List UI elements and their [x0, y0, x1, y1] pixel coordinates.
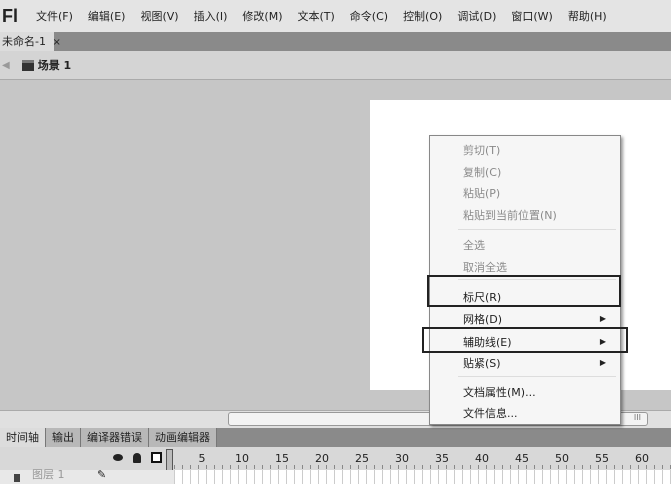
menu-item-copy[interactable]: 复制(C) — [463, 164, 501, 180]
scene-label[interactable]: 场景 1 — [38, 57, 71, 73]
menu-item-file-info[interactable]: 文件信息... — [463, 405, 518, 421]
menu-item-grid[interactable]: 网格(D) — [463, 311, 502, 327]
menu-modify[interactable]: 修改(M) — [242, 8, 282, 24]
frame-number: 40 — [475, 452, 489, 465]
frame-number: 10 — [235, 452, 249, 465]
timeline-header: 5 10 15 20 25 30 35 40 45 50 55 60 — [0, 447, 671, 484]
layer-icon — [14, 474, 20, 482]
tab-timeline[interactable]: 时间轴 — [0, 428, 46, 447]
frame-number: 20 — [315, 452, 329, 465]
eye-icon[interactable] — [113, 454, 123, 461]
frame-number: 5 — [198, 452, 206, 465]
highlight-box-rulers — [427, 275, 621, 307]
menu-item-select-all[interactable]: 全选 — [463, 237, 485, 253]
panel-tabs: 时间轴 输出 编译器错误 动画编辑器 — [0, 428, 671, 447]
tab-output[interactable]: 输出 — [46, 428, 81, 447]
document-tab[interactable]: 未命名-1 × — [0, 32, 61, 51]
menu-window[interactable]: 窗口(W) — [511, 8, 552, 24]
frame-number: 30 — [395, 452, 409, 465]
menu-text[interactable]: 文本(T) — [297, 8, 334, 24]
frame-number: 35 — [435, 452, 449, 465]
highlight-box-guides — [422, 327, 628, 353]
menu-edit[interactable]: 编辑(E) — [88, 8, 126, 24]
tab-motion-editor[interactable]: 动画编辑器 — [149, 428, 217, 447]
pencil-icon: ✎ — [97, 468, 107, 481]
document-tab-title: 未命名-1 — [2, 35, 46, 48]
layer-row[interactable]: 图层 1 ✎ — [0, 468, 671, 484]
menu-item-paste-in-place[interactable]: 粘贴到当前位置(N) — [463, 207, 557, 223]
layer-name[interactable]: 图层 1 — [32, 466, 65, 482]
submenu-arrow-icon: ▶ — [599, 314, 606, 323]
menu-debug[interactable]: 调试(D) — [457, 8, 496, 24]
close-icon[interactable]: × — [52, 37, 60, 48]
menu-insert[interactable]: 插入(I) — [194, 8, 228, 24]
scrollbar-grip: III — [633, 413, 641, 422]
outline-icon[interactable] — [151, 452, 162, 463]
back-arrow-icon[interactable]: ◀ — [2, 60, 10, 71]
frame-number: 15 — [275, 452, 289, 465]
flash-logo: Fl — [2, 5, 18, 26]
frame-number: 55 — [595, 452, 609, 465]
frame-number: 45 — [515, 452, 529, 465]
menu-file[interactable]: 文件(F) — [36, 8, 73, 24]
menu-item-paste[interactable]: 粘贴(P) — [463, 185, 500, 201]
tab-compiler-errors[interactable]: 编译器错误 — [81, 428, 149, 447]
menu-item-cut[interactable]: 剪切(T) — [463, 142, 500, 158]
menu-commands[interactable]: 命令(C) — [350, 8, 388, 24]
menu-help[interactable]: 帮助(H) — [568, 8, 607, 24]
menu-item-deselect-all[interactable]: 取消全选 — [463, 259, 507, 275]
menu-separator — [458, 229, 616, 230]
document-tab-bar — [0, 32, 671, 51]
menu-item-snapping[interactable]: 贴紧(S) — [463, 355, 501, 371]
frame-ticks — [174, 465, 671, 469]
frame-number: 60 — [635, 452, 649, 465]
submenu-arrow-icon: ▶ — [599, 358, 606, 367]
menu-bar: Fl 文件(F) 编辑(E) 视图(V) 插入(I) 修改(M) 文本(T) 命… — [0, 0, 671, 32]
lock-icon[interactable] — [133, 453, 141, 463]
frame-number: 25 — [355, 452, 369, 465]
menu-view[interactable]: 视图(V) — [140, 8, 178, 24]
menu-control[interactable]: 控制(O) — [403, 8, 442, 24]
edit-bar: ◀ 场景 1 — [0, 51, 671, 80]
menu-separator — [458, 376, 616, 377]
frame-cells[interactable] — [174, 470, 671, 484]
frame-number: 50 — [555, 452, 569, 465]
menu-item-document-properties[interactable]: 文档属性(M)... — [463, 384, 536, 400]
scene-clapper-icon — [21, 59, 34, 71]
